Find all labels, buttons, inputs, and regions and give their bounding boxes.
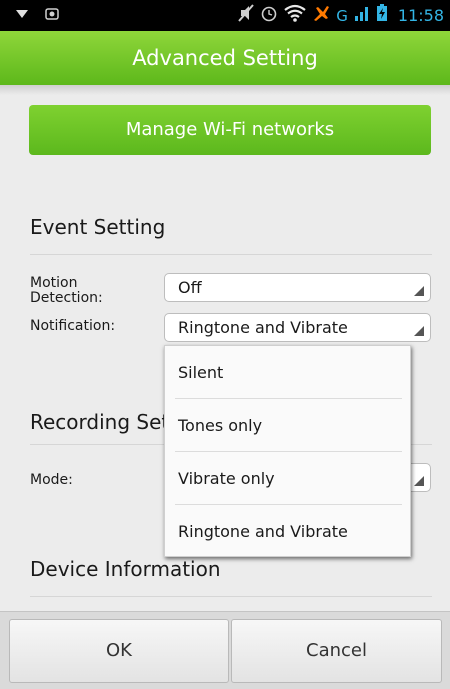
mute-icon	[238, 4, 255, 27]
notification-label: Notification:	[30, 318, 116, 334]
signal-icon	[354, 4, 370, 27]
motion-detection-value: Off	[178, 278, 202, 297]
motion-detection-spinner[interactable]: Off	[164, 273, 431, 302]
alarm-icon	[260, 4, 278, 27]
cancel-button[interactable]: Cancel	[231, 619, 442, 683]
dropdown-option-ringtone-and-vibrate[interactable]: Ringtone and Vibrate	[165, 505, 412, 558]
event-setting-divider	[30, 254, 432, 255]
status-time: 11:58	[397, 6, 444, 25]
spinner-arrow-icon	[414, 476, 424, 486]
device-information-heading: Device Information	[30, 557, 221, 581]
spinner-arrow-icon	[414, 326, 424, 336]
manage-wifi-button[interactable]: Manage Wi-Fi networks	[29, 105, 431, 155]
title-bar: Advanced Setting	[0, 31, 450, 85]
page-title: Advanced Setting	[132, 46, 318, 70]
notification-dropdown: Silent Tones only Vibrate only Ringtone …	[164, 345, 411, 557]
spinner-arrow-icon	[414, 286, 424, 296]
device-information-divider	[30, 596, 432, 597]
wifi-icon	[284, 4, 306, 27]
mode-label: Mode:	[30, 472, 73, 488]
dropdown-option-vibrate-only[interactable]: Vibrate only	[165, 452, 412, 505]
notification-spinner[interactable]: Ringtone and Vibrate	[164, 313, 431, 342]
title-shadow	[0, 85, 450, 95]
notification-value: Ringtone and Vibrate	[178, 318, 348, 337]
airplane-icon	[312, 4, 330, 27]
motion-detection-label: Motion Detection:	[30, 275, 103, 306]
dropdown-option-tones-only[interactable]: Tones only	[165, 399, 412, 452]
ok-button[interactable]: OK	[9, 619, 229, 683]
event-setting-heading: Event Setting	[30, 215, 166, 239]
screenshot-icon	[44, 6, 60, 27]
dropdown-option-silent[interactable]: Silent	[165, 346, 412, 399]
download-icon	[14, 6, 30, 27]
battery-icon	[376, 4, 388, 27]
bottom-bar: OK Cancel	[0, 611, 450, 689]
network-type: G	[336, 6, 348, 25]
status-bar: G 11:58	[0, 0, 450, 31]
